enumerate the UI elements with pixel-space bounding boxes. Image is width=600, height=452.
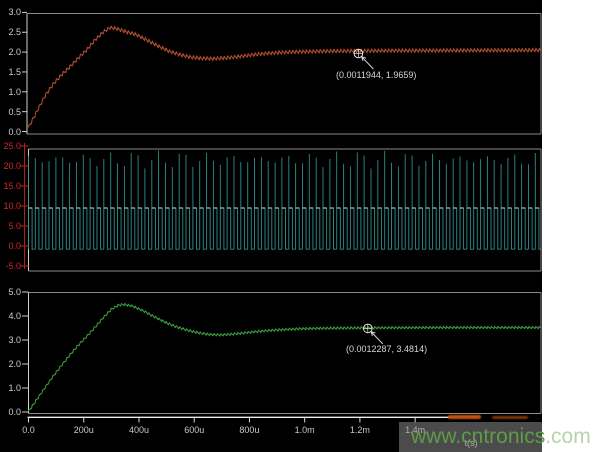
x-tick-label: 800u	[229, 425, 269, 435]
y-tick-label-plot3: 5.0	[1, 287, 21, 297]
y-tick-label-plot1: 0.0	[1, 127, 21, 137]
trace-top[interactable]	[29, 26, 541, 127]
trace-middle-pulses[interactable]	[29, 151, 541, 250]
waveform-viewer-window: 3.0 2.5 2.0 1.5 1.0 0.5 0.0 25.0 20.0 15.0 10.0 5.0…	[0, 0, 600, 452]
y-tick-label-plot3: 2.0	[1, 359, 21, 369]
x-tick-label: 600u	[174, 425, 214, 435]
y-tick-label-plot2: -5.0	[1, 261, 21, 271]
trace-bottom[interactable]	[29, 304, 541, 412]
y-tick-label-plot3: 0.0	[1, 407, 21, 417]
plots-canvas[interactable]	[0, 0, 600, 452]
y-tick-label-plot1: 2.5	[1, 27, 21, 37]
x-tick-label: 1.0m	[285, 425, 325, 435]
y-tick-label-plot3: 3.0	[1, 335, 21, 345]
x-tick-label: 0.0	[9, 425, 49, 435]
watermark-text: www.cntronics.com	[411, 425, 591, 449]
cursor-readout-bottom: (0.0012287, 3.4814)	[346, 344, 427, 354]
y-tick-label-plot2: 5.0	[1, 221, 21, 231]
y-tick-label-plot3: 1.0	[1, 383, 21, 393]
cursor-readout-top: (0.0011944, 1.9659)	[336, 70, 416, 80]
x-tick-label: 200u	[64, 425, 104, 435]
y-tick-label-plot1: 1.0	[1, 87, 21, 97]
artifact-smudge-1	[448, 415, 481, 419]
x-tick-label: 1.2m	[340, 425, 380, 435]
y-tick-label-plot2: 15.0	[1, 181, 21, 191]
artifact-smudge-2	[492, 416, 528, 419]
y-tick-label-plot1: 0.5	[1, 107, 21, 117]
y-tick-label-plot2: 10.0	[1, 201, 21, 211]
watermark-suffix: .com	[545, 425, 591, 448]
y-tick-label-plot3: 4.0	[1, 311, 21, 321]
cursor-marker-bottom-leader	[371, 332, 383, 344]
y-tick-label-plot1: 1.5	[1, 67, 21, 77]
y-tick-label-plot2: 0.0	[1, 241, 21, 251]
y-tick-label-plot2: 25.0	[1, 141, 21, 151]
y-tick-label-plot1: 2.0	[1, 47, 21, 57]
x-tick-label: 400u	[119, 425, 159, 435]
y-tick-label-plot2: 20.0	[1, 161, 21, 171]
cursor-marker-top-leader	[362, 57, 374, 69]
watermark-main: www.cntronics	[411, 425, 545, 448]
y-tick-label-plot1: 3.0	[1, 7, 21, 17]
